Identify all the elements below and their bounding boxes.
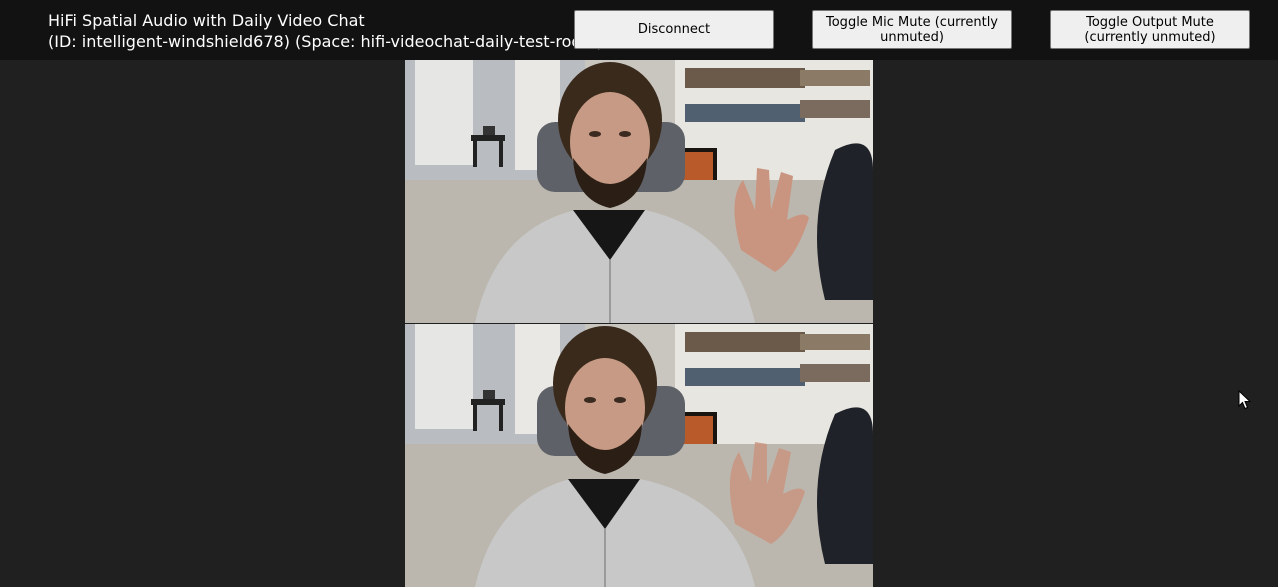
local-video	[405, 60, 873, 323]
toggle-output-mute-button[interactable]: Toggle Output Mute (currently unmuted)	[1050, 10, 1250, 49]
video-frame-1	[405, 60, 873, 323]
mouse-pointer-icon	[1238, 390, 1252, 410]
page-title: HiFi Spatial Audio with Daily Video Chat…	[48, 10, 603, 52]
toggle-mic-mute-button[interactable]: Toggle Mic Mute (currently unmuted)	[812, 10, 1012, 49]
remote-video	[405, 324, 873, 587]
disconnect-button[interactable]: Disconnect	[574, 10, 774, 49]
title-line-2: (ID: intelligent-windshield678) (Space: …	[48, 32, 603, 51]
top-bar: HiFi Spatial Audio with Daily Video Chat…	[0, 0, 1278, 60]
video-frame-2	[405, 324, 873, 587]
title-line-1: HiFi Spatial Audio with Daily Video Chat	[48, 11, 365, 30]
